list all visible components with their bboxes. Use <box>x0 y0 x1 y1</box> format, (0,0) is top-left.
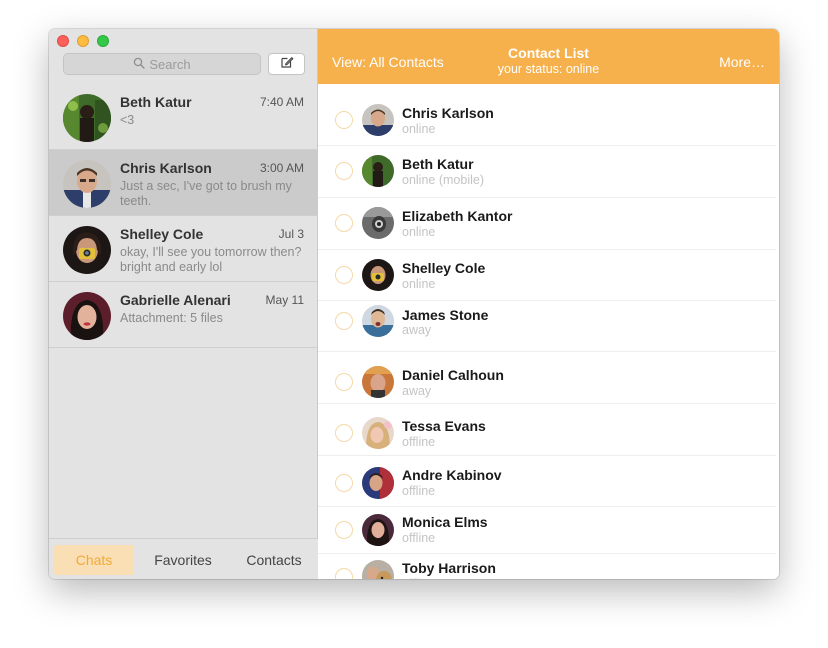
contact-status: offline <box>402 435 436 449</box>
contact-status: offline <box>402 531 436 545</box>
contact-status: away <box>402 323 432 337</box>
zoom-window-button[interactable] <box>97 35 109 47</box>
app-window: Search Beth Katur 7:40 AM <3 Chris Karls… <box>49 29 779 579</box>
select-radio[interactable] <box>335 373 353 391</box>
contact-status: away <box>402 384 432 398</box>
bottom-tab-bar: Chats Favorites Contacts <box>49 538 318 579</box>
contact-status: online <box>402 225 436 239</box>
contact-row[interactable]: Andre Kabinov offline <box>318 456 776 507</box>
contact-row[interactable]: Monica Elms offline <box>318 507 776 554</box>
user-status-label[interactable]: your status: online <box>318 62 779 76</box>
select-radio[interactable] <box>335 312 353 330</box>
page-title: Contact List <box>508 45 589 61</box>
close-window-button[interactable] <box>57 35 69 47</box>
contact-status: online <box>402 122 436 136</box>
chat-time: Jul 3 <box>278 227 304 241</box>
sidebar: Search Beth Katur 7:40 AM <3 Chris Karls… <box>49 29 318 579</box>
chat-list: Beth Katur 7:40 AM <3 Chris Karlson 3:00… <box>49 84 318 348</box>
select-radio[interactable] <box>335 111 353 129</box>
chat-name: Chris Karlson <box>120 160 212 176</box>
chat-preview: okay, I'll see you tomorrow then? bright… <box>120 245 302 274</box>
contact-name: Andre Kabinov <box>402 467 502 483</box>
avatar <box>362 514 394 546</box>
chat-item[interactable]: Beth Katur 7:40 AM <3 <box>49 84 318 150</box>
avatar <box>362 560 394 579</box>
minimize-window-button[interactable] <box>77 35 89 47</box>
chat-preview: Just a sec, I've got to brush my teeth. <box>120 179 292 208</box>
contact-row[interactable]: Daniel Calhoun away <box>318 352 776 404</box>
chat-name: Shelley Cole <box>120 226 204 242</box>
avatar <box>362 305 394 337</box>
chat-name: Beth Katur <box>120 94 192 110</box>
compose-icon <box>280 55 294 74</box>
contact-row[interactable]: James Stone away <box>318 301 776 352</box>
select-radio[interactable] <box>335 568 353 579</box>
chat-item[interactable]: Shelley Cole Jul 3 okay, I'll see you to… <box>49 216 318 282</box>
chat-item[interactable]: Gabrielle Alenari May 11 Attachment: 5 f… <box>49 282 318 348</box>
contact-name: Daniel Calhoun <box>402 367 504 383</box>
avatar <box>63 292 111 340</box>
contact-row[interactable]: Toby Harrison offline <box>318 554 776 579</box>
select-radio[interactable] <box>335 162 353 180</box>
more-button[interactable]: More… <box>719 54 765 70</box>
contact-row[interactable]: Shelley Cole online <box>318 250 776 301</box>
avatar <box>362 467 394 499</box>
tab-favorites[interactable]: Favorites <box>143 545 223 575</box>
contact-status: online <box>402 277 436 291</box>
contact-name: Toby Harrison <box>402 560 496 576</box>
search-icon <box>133 57 146 72</box>
contact-name: Beth Katur <box>402 156 474 172</box>
chat-preview: Attachment: 5 files <box>120 311 223 325</box>
avatar <box>63 226 111 274</box>
contact-list-header: View: All Contacts Contact List your sta… <box>318 29 779 84</box>
contact-name: James Stone <box>402 307 489 323</box>
select-radio[interactable] <box>335 424 353 442</box>
contact-name: Monica Elms <box>402 514 488 530</box>
search-input[interactable]: Search <box>63 53 261 75</box>
select-radio[interactable] <box>335 521 353 539</box>
contact-status: offline <box>402 484 436 498</box>
avatar <box>63 160 111 208</box>
avatar <box>362 207 394 239</box>
contact-name: Tessa Evans <box>402 418 486 434</box>
chat-time: 3:00 AM <box>259 161 304 175</box>
search-placeholder: Search <box>149 56 191 72</box>
contact-status: offline <box>402 577 435 579</box>
contact-name: Chris Karlson <box>402 105 494 121</box>
contact-status: online (mobile) <box>402 173 484 187</box>
avatar <box>362 104 394 136</box>
contacts-list: Chris Karlson online Beth Katur online (… <box>318 84 779 579</box>
chat-item-selected[interactable]: Chris Karlson 3:00 AM Just a sec, I've g… <box>49 150 318 216</box>
contact-name: Shelley Cole <box>402 260 486 276</box>
tab-chats[interactable]: Chats <box>54 545 134 575</box>
chat-time: May 11 <box>265 293 304 307</box>
select-radio[interactable] <box>335 266 353 284</box>
select-radio[interactable] <box>335 214 353 232</box>
contact-row[interactable]: Tessa Evans offline <box>318 404 776 456</box>
avatar <box>362 259 394 291</box>
avatar <box>362 417 394 449</box>
contact-name: Elizabeth Kantor <box>402 208 513 224</box>
contact-list-pane: View: All Contacts Contact List your sta… <box>318 29 779 579</box>
chat-preview: <3 <box>120 113 135 127</box>
avatar <box>362 155 394 187</box>
window-controls <box>57 35 109 47</box>
contact-row[interactable]: Chris Karlson online <box>318 84 776 146</box>
avatar <box>63 94 111 142</box>
select-radio[interactable] <box>335 474 353 492</box>
chat-time: 7:40 AM <box>259 95 304 109</box>
chat-name: Gabrielle Alenari <box>120 292 231 308</box>
compose-button[interactable] <box>268 53 305 75</box>
contact-row[interactable]: Beth Katur online (mobile) <box>318 146 776 198</box>
contact-row[interactable]: Elizabeth Kantor online <box>318 198 776 250</box>
avatar <box>362 366 394 398</box>
tab-contacts[interactable]: Contacts <box>232 545 316 575</box>
